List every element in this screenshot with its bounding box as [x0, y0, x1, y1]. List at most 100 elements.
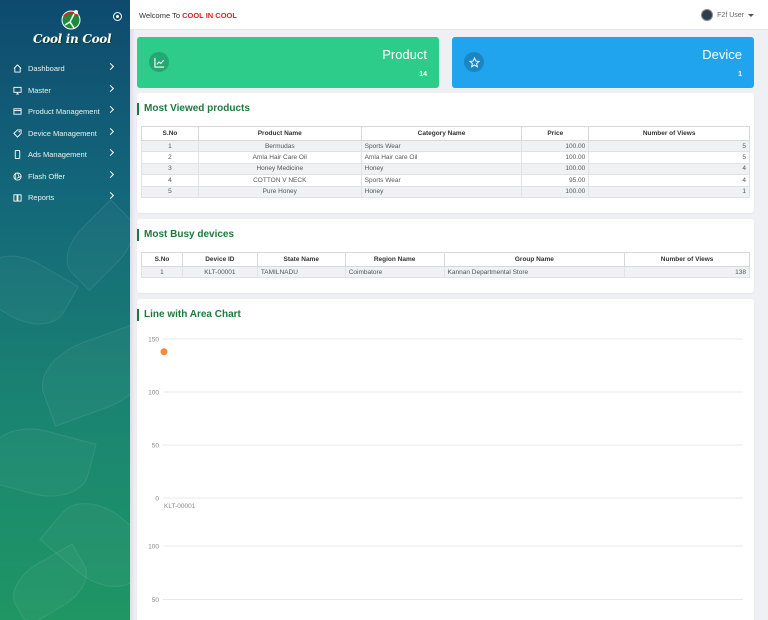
cell-price: 100.00 — [521, 139, 590, 153]
top-bar: Welcome To COOL IN COOL F2f User — [130, 0, 768, 30]
cell-price: 95.00 — [521, 174, 590, 187]
column-header[interactable]: Number of Views — [624, 252, 750, 267]
most-viewed-table: S.No Product Name Category Name Price Nu… — [141, 126, 750, 198]
sidebar-item-label: Flash Offer — [28, 171, 65, 181]
panel-title: Most Busy devices — [137, 229, 234, 241]
sidebar-item-product-management[interactable]: Product Management — [0, 101, 130, 123]
sidebar-item-master[interactable]: Master — [0, 80, 130, 102]
table-header-row: S.No Device ID State Name Region Name Gr… — [141, 252, 750, 267]
cell-views: 4 — [588, 162, 750, 176]
cell-sno: 2 — [141, 151, 199, 164]
y-tick-label: 100 — [148, 544, 159, 551]
trend-chart-icon — [149, 52, 169, 72]
product-stat-card[interactable]: Product 14 — [137, 37, 439, 88]
busy-devices-panel: Most Busy devices S.No Device ID State N… — [137, 219, 754, 293]
cell-state: TAMILNADU — [256, 265, 346, 279]
table-row: 1 Bermudas Sports Wear 100.00 5 — [141, 139, 750, 153]
chevron-right-icon — [106, 170, 115, 178]
sidebar-item-dashboard[interactable]: Dashboard — [0, 58, 130, 80]
product-card-count: 14 — [419, 70, 427, 78]
column-header[interactable]: S.No — [141, 252, 183, 267]
cell-category: Honey — [360, 185, 523, 198]
device-card-count: 1 — [738, 70, 742, 78]
device-stat-card[interactable]: Device 1 — [452, 37, 754, 88]
table-row: 1 KLT-00001 TAMILNADU Coimbatore Kannan … — [141, 265, 750, 279]
column-header[interactable]: S.No — [141, 126, 199, 141]
cell-price: 100.00 — [521, 151, 590, 164]
background-leaf — [54, 199, 130, 291]
sidebar-nav: Dashboard Master Product Management Devi… — [0, 58, 130, 209]
cell-region: Coimbatore — [344, 265, 445, 279]
cell-device-id: KLT-00001 — [181, 265, 258, 279]
box-icon — [12, 107, 22, 117]
panel-title: Most Viewed products — [137, 103, 250, 115]
y-tick-label: 100 — [148, 390, 159, 397]
chevron-right-icon — [106, 191, 115, 200]
sidebar-item-ads-management[interactable]: Ads Management — [0, 144, 130, 166]
column-header[interactable]: Price — [521, 126, 590, 141]
tablet-icon — [12, 150, 22, 160]
cell-category: Sports Wear — [360, 174, 523, 187]
y-tick-label: 50 — [152, 597, 160, 604]
sidebar-item-label: Ads Management — [28, 150, 87, 160]
welcome-brand: COOL IN COOL — [182, 11, 237, 20]
cell-views: 5 — [588, 151, 750, 164]
most-viewed-panel: Most Viewed products S.No Product Name C… — [137, 93, 754, 213]
column-header[interactable]: Device ID — [181, 252, 258, 267]
y-tick-label: 0 — [155, 496, 159, 503]
sidebar-item-reports[interactable]: Reports — [0, 187, 130, 209]
sidebar-item-label: Master — [28, 85, 51, 95]
sidebar-toggle-icon[interactable] — [113, 12, 122, 21]
table-row: 5 Pure Honey Honey 100.00 1 — [141, 185, 750, 198]
table-row: 3 Honey Medicine Honey 100.00 4 — [141, 162, 750, 176]
cell-sno: 4 — [141, 174, 199, 187]
column-header[interactable]: Region Name — [344, 252, 445, 267]
table-header-row: S.No Product Name Category Name Price Nu… — [141, 126, 750, 141]
chevron-right-icon — [106, 62, 115, 71]
sidebar-item-label: Reports — [28, 193, 55, 203]
chevron-right-icon — [106, 127, 115, 135]
sidebar-item-flash-offer[interactable]: Flash Offer — [0, 166, 130, 188]
sidebar-item-label: Device Management — [28, 128, 97, 138]
sidebar: Cool in Cool Dashboard Master Product Ma… — [0, 0, 130, 620]
avatar — [701, 9, 714, 21]
cell-views: 138 — [624, 265, 750, 279]
logo-text: Cool in Cool — [33, 32, 112, 46]
user-menu[interactable]: F2f User — [701, 9, 754, 21]
cell-sno: 5 — [141, 185, 199, 198]
cell-sno: 1 — [141, 265, 183, 279]
line-area-chart-panel: Line with Area Chart 0 50 100 150 KLT-00001 1… — [137, 299, 754, 620]
cell-sno: 1 — [141, 139, 199, 153]
table-row: 2 Amla Hair Care Oil Amla Hair care Oil … — [141, 151, 750, 164]
panel-title: Line with Area Chart — [137, 309, 241, 321]
sidebar-item-device-management[interactable]: Device Management — [0, 123, 130, 145]
column-header[interactable]: Product Name — [197, 126, 362, 141]
monitor-icon — [12, 85, 22, 95]
cell-product-name: Honey Medicine — [197, 162, 362, 176]
cell-price: 100.00 — [521, 185, 590, 198]
welcome-message: Welcome To COOL IN COOL — [139, 11, 237, 20]
cell-product-name: Amla Hair Care Oil — [197, 151, 362, 164]
cell-group: Kannan Departmental Store — [443, 265, 626, 279]
chevron-right-icon — [106, 105, 115, 114]
table-row: 4 COTTON V NECK Sports Wear 95.00 4 — [141, 174, 750, 187]
sidebar-item-label: Dashboard — [28, 64, 65, 74]
column-header[interactable]: Number of Views — [588, 126, 750, 141]
busy-devices-table: S.No Device ID State Name Region Name Gr… — [141, 252, 750, 279]
cell-product-name: COTTON V NECK — [197, 174, 362, 187]
cell-category: Sports Wear — [360, 139, 523, 153]
column-header[interactable]: State Name — [256, 252, 346, 267]
home-icon — [12, 64, 22, 74]
product-card-title: Product — [382, 47, 427, 62]
chevron-right-icon — [106, 148, 115, 157]
cell-sno: 3 — [141, 162, 199, 176]
column-header[interactable]: Category Name — [360, 126, 523, 141]
book-icon — [12, 193, 22, 203]
caret-down-icon — [748, 13, 754, 17]
cell-views: 5 — [588, 139, 750, 153]
column-header[interactable]: Group Name — [443, 252, 626, 267]
data-point — [160, 348, 168, 356]
background-leaf — [0, 418, 97, 507]
cell-product-name: Pure Honey — [197, 185, 362, 198]
device-card-title: Device — [702, 47, 742, 62]
